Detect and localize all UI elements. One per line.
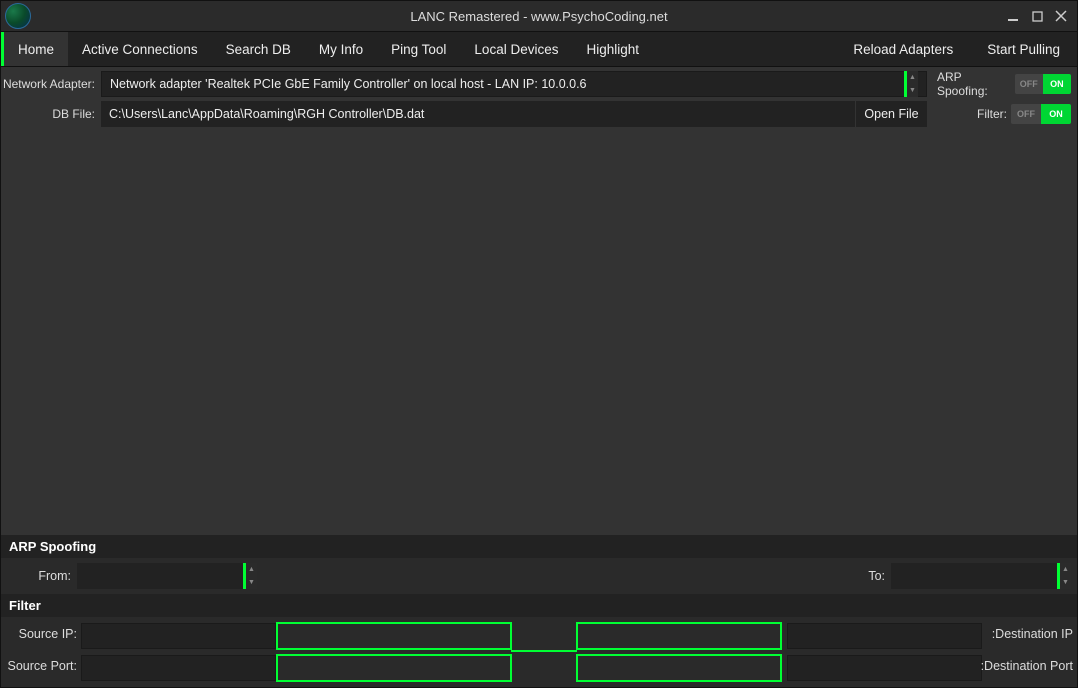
arp-section-body: From: ▲▼ To: ▲▼ [1,558,1077,594]
adapter-row: Network Adapter: Network adapter 'Realte… [1,71,1077,97]
maximize-button[interactable] [1029,8,1045,24]
toggle-on-state: ON [1041,104,1071,124]
chevron-up-icon: ▲ [1060,563,1071,576]
close-icon [1055,10,1067,22]
toggle-on-state: ON [1043,74,1071,94]
toggle-off-state: OFF [1015,74,1043,94]
chevron-down-icon: ▼ [907,84,918,97]
minimize-icon [1007,10,1019,22]
adapter-label: Network Adapter: [1,77,101,91]
tab-active-connections[interactable]: Active Connections [68,32,212,66]
bottom-panel: ARP Spoofing From: ▲▼ To: ▲▼ Filter Sour… [1,535,1077,687]
app-icon [5,3,31,29]
arp-toggle-label: ARP Spoofing: [937,70,1011,98]
dbfile-label: DB File: [1,107,101,121]
tab-local-devices[interactable]: Local Devices [460,32,572,66]
maximize-icon [1032,11,1043,22]
title-bar: LANC Remastered - www.PsychoCoding.net [1,1,1077,31]
arp-to-dropdown[interactable]: ▲▼ [891,563,1071,589]
dropdown-arrows: ▲ ▼ [907,71,918,97]
filter-toggle[interactable]: OFF ON [1011,104,1071,124]
dropdown-arrows: ▲▼ [246,563,257,589]
chevron-up-icon: ▲ [907,71,918,84]
close-button[interactable] [1053,8,1069,24]
arp-section-header: ARP Spoofing [1,535,1077,558]
chevron-down-icon: ▼ [246,576,257,589]
tab-my-info[interactable]: My Info [305,32,377,66]
dbfile-row: DB File: C:\Users\Lanc\AppData\Roaming\R… [1,101,1077,127]
adapter-value: Network adapter 'Realtek PCIe GbE Family… [110,77,904,91]
right-toggles: ARP Spoofing: OFF ON [927,71,1077,97]
filter-section-header: Filter [1,594,1077,617]
tab-home[interactable]: Home [4,32,68,66]
open-file-button[interactable]: Open File [855,101,927,127]
content-area: Network Adapter: Network adapter 'Realte… [1,67,1077,687]
arp-to-label: To: [868,569,891,583]
dbfile-path-field[interactable]: C:\Users\Lanc\AppData\Roaming\RGH Contro… [101,101,855,127]
tab-bar: Home Active Connections Search DB My Inf… [1,31,1077,67]
toggle-off-state: OFF [1011,104,1041,124]
window-title: LANC Remastered - www.PsychoCoding.net [1,9,1077,24]
filter-connector-diagram [1,617,1077,687]
dbfile-value: C:\Users\Lanc\AppData\Roaming\RGH Contro… [109,107,424,121]
reload-adapters-button[interactable]: Reload Adapters [839,35,967,63]
arp-from-label: From: [7,569,77,583]
tab-ping-tool[interactable]: Ping Tool [377,32,460,66]
tab-search-db[interactable]: Search DB [212,32,305,66]
adapter-dropdown[interactable]: Network adapter 'Realtek PCIe GbE Family… [101,71,927,97]
chevron-up-icon: ▲ [246,563,257,576]
tab-highlight[interactable]: Highlight [572,32,653,66]
start-pulling-button[interactable]: Start Pulling [973,35,1074,63]
dropdown-arrows: ▲▼ [1060,563,1071,589]
filter-section-body: Source IP: Source Port: :Destination IP … [1,617,1077,687]
chevron-down-icon: ▼ [1060,576,1071,589]
arp-spoofing-toggle[interactable]: OFF ON [1015,74,1071,94]
app-window: LANC Remastered - www.PsychoCoding.net H… [0,0,1078,688]
minimize-button[interactable] [1005,8,1021,24]
filter-toggle-label: Filter: [977,107,1007,121]
arp-from-dropdown[interactable]: ▲▼ [77,563,257,589]
window-controls [1005,8,1077,24]
